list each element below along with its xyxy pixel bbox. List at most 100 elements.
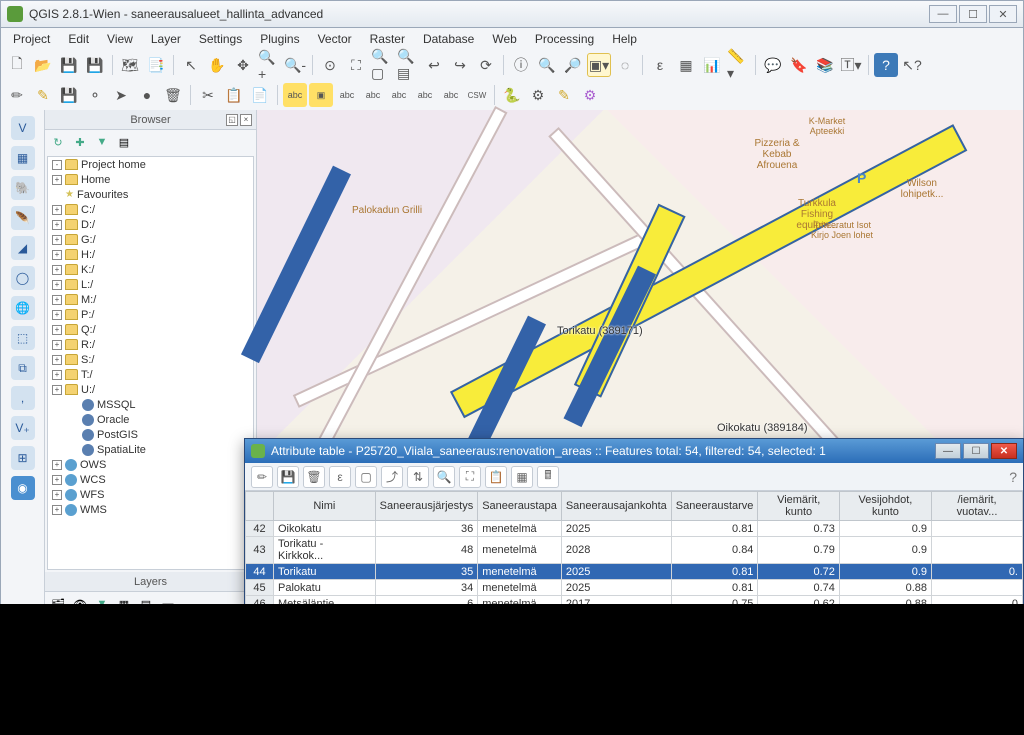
attr-column-button[interactable]: ▦ — [511, 466, 533, 488]
zoom-in-button[interactable]: 🔍+ — [257, 53, 281, 77]
add-wcs-button[interactable]: ⬚ — [11, 326, 35, 350]
new-project-button[interactable]: 🗋 — [5, 53, 29, 77]
browser-close-icon[interactable]: × — [240, 114, 252, 126]
table-row[interactable]: 45Palokatu34menetelmä20250.810.740.88 — [246, 580, 1023, 596]
browser-tree[interactable]: -Project home+Home★Favourites+C:/+D:/+G:… — [47, 156, 254, 570]
field-calc-button[interactable]: 📊 — [700, 53, 724, 77]
browser-item[interactable]: PostGIS — [48, 427, 253, 442]
edit-toggle-button[interactable]: ✏ — [5, 83, 29, 107]
attribute-table[interactable]: NimiSaneerausjärjestysSaneeraustapaSanee… — [245, 491, 1023, 611]
attr-col-header[interactable]: /iemärit, vuotav... — [932, 492, 1023, 521]
browser-item[interactable]: +T:/ — [48, 367, 253, 382]
save-button[interactable]: 💾 — [57, 53, 81, 77]
attr-calc-button[interactable]: ε — [329, 466, 351, 488]
add-wms-button[interactable]: 🌐 — [11, 296, 35, 320]
attr-invert-button[interactable]: ⇅ — [407, 466, 429, 488]
refresh-button[interactable]: ⟳ — [474, 53, 498, 77]
collapse-browser-button[interactable]: ▤ — [115, 133, 133, 151]
attr-col-header[interactable]: Vesijohdot, kunto — [839, 492, 931, 521]
attribute-table-titlebar[interactable]: Attribute table - P25720_Viiala_saneerau… — [245, 439, 1023, 463]
browser-item[interactable]: +P:/ — [48, 307, 253, 322]
python-button[interactable]: 🐍 — [500, 83, 524, 107]
paste-button[interactable]: 📄 — [248, 83, 272, 107]
select-tool2-button[interactable]: 🔎 — [561, 53, 585, 77]
copy-button[interactable]: 📋 — [222, 83, 246, 107]
attr-col-header[interactable]: Saneerausjärjestys — [375, 492, 478, 521]
delete-button[interactable]: 🗑 — [161, 83, 185, 107]
attr-help-icon[interactable]: ? — [1009, 469, 1017, 485]
browser-item[interactable]: Oracle — [48, 412, 253, 427]
attr-zoom-button[interactable]: 🔍 — [433, 466, 455, 488]
bookmark-button[interactable]: 🔖 — [787, 53, 811, 77]
menu-edit[interactable]: Edit — [60, 30, 97, 48]
browser-item[interactable]: +C:/ — [48, 202, 253, 217]
menu-web[interactable]: Web — [484, 30, 524, 48]
browser-float-icon[interactable]: ◱ — [226, 114, 238, 126]
add-postgis-button[interactable]: 🐘 — [11, 176, 35, 200]
attr-maximize-button[interactable]: ☐ — [963, 443, 989, 459]
csw-button[interactable]: CSW — [465, 83, 489, 107]
attr-delete-button[interactable]: 🗑 — [303, 466, 325, 488]
browser-item[interactable]: +H:/ — [48, 247, 253, 262]
browser-item[interactable]: +R:/ — [48, 337, 253, 352]
identify-button[interactable]: ⓘ — [509, 53, 533, 77]
minimize-button[interactable]: — — [929, 5, 957, 23]
add-feature-button[interactable]: ● — [135, 83, 159, 107]
filter-browser-button[interactable]: ▼ — [93, 133, 111, 151]
attr-pan-button[interactable]: ⛶ — [459, 466, 481, 488]
attr-col-header[interactable]: Saneerausajankohta — [561, 492, 671, 521]
add-mssql-button[interactable]: ◢ — [11, 236, 35, 260]
table-button[interactable]: ▦ — [674, 53, 698, 77]
browser-item[interactable]: -Project home — [48, 157, 253, 172]
attr-copy-button[interactable]: 📋 — [485, 466, 507, 488]
abc2-button[interactable]: abc — [361, 83, 385, 107]
add-spatialite-button[interactable]: 🪶 — [11, 206, 35, 230]
layout-button[interactable]: 🗺 — [118, 53, 142, 77]
menu-settings[interactable]: Settings — [191, 30, 250, 48]
attr-fieldcalc-button[interactable]: 🖩 — [537, 466, 559, 488]
browser-item[interactable]: +L:/ — [48, 277, 253, 292]
attr-col-header[interactable]: Saneeraustapa — [478, 492, 562, 521]
cursor-button[interactable]: ↖ — [179, 53, 203, 77]
composer-button[interactable]: 📑 — [144, 53, 168, 77]
label-abc-button[interactable]: abc — [283, 83, 307, 107]
pencil-button[interactable]: ✎ — [31, 83, 55, 107]
menu-vector[interactable]: Vector — [310, 30, 360, 48]
attr-close-button[interactable]: ✕ — [991, 443, 1017, 459]
pan-selection-button[interactable]: ✥ — [231, 53, 255, 77]
attribute-table-window[interactable]: Attribute table - P25720_Viiala_saneerau… — [244, 438, 1024, 610]
measure-button[interactable]: 📏▾ — [726, 53, 750, 77]
abc1-button[interactable]: abc — [335, 83, 359, 107]
attr-move-top-button[interactable]: ⤴ — [381, 466, 403, 488]
pan-button[interactable]: ✋ — [205, 53, 229, 77]
move-feature-button[interactable]: ➤ — [109, 83, 133, 107]
browser-item[interactable]: +U:/ — [48, 382, 253, 397]
menu-project[interactable]: Project — [5, 30, 58, 48]
add-oracle-button[interactable]: ◯ — [11, 266, 35, 290]
add-layer-button[interactable]: ✚ — [71, 133, 89, 151]
menu-plugins[interactable]: Plugins — [252, 30, 307, 48]
zoom-out-button[interactable]: 🔍- — [283, 53, 307, 77]
processing-button[interactable]: ⚙ — [526, 83, 550, 107]
attr-deselect-button[interactable]: ▢ — [355, 466, 377, 488]
attr-col-header[interactable]: Nimi — [274, 492, 376, 521]
attr-col-header[interactable]: Viemärit, kunto — [758, 492, 839, 521]
browser-item[interactable]: +OWS — [48, 457, 253, 472]
deselect-button[interactable]: ◌ — [613, 53, 637, 77]
attr-minimize-button[interactable]: — — [935, 443, 961, 459]
zoom-last-button[interactable]: ↩ — [422, 53, 446, 77]
close-button[interactable]: ✕ — [989, 5, 1017, 23]
gps-button[interactable]: ◉ — [11, 476, 35, 500]
script-button[interactable]: ✎ — [552, 83, 576, 107]
add-wfs-button[interactable]: ⧉ — [11, 356, 35, 380]
table-row[interactable]: 44Torikatu35menetelmä20250.810.720.90. — [246, 564, 1023, 580]
abc5-button[interactable]: abc — [439, 83, 463, 107]
cut-button[interactable]: ✂ — [196, 83, 220, 107]
browser-item[interactable]: +D:/ — [48, 217, 253, 232]
annotation-button[interactable]: 🅃▾ — [839, 53, 863, 77]
bookmarks-button[interactable]: 📚 — [813, 53, 837, 77]
add-vector-button[interactable]: V — [11, 116, 35, 140]
help-button[interactable]: ? — [874, 53, 898, 77]
maptips-button[interactable]: 💬 — [761, 53, 785, 77]
browser-item[interactable]: +WCS — [48, 472, 253, 487]
